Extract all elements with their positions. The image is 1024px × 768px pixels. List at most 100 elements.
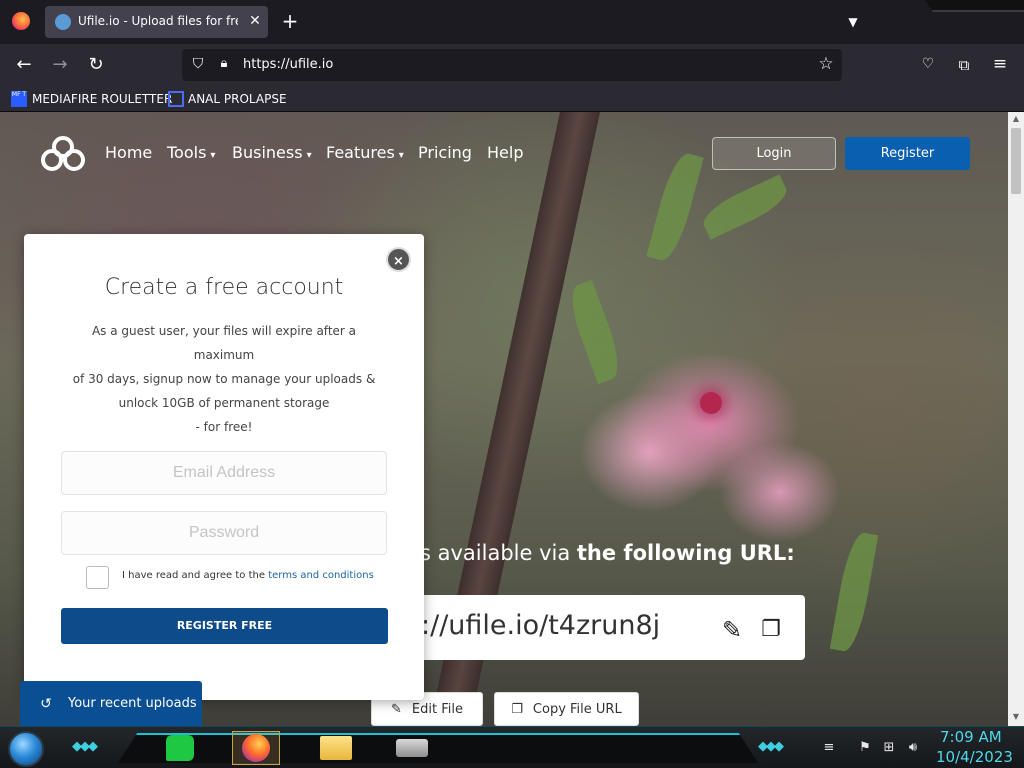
chevron-down-icon: ▾ bbox=[306, 150, 312, 161]
ufile-favicon-icon bbox=[55, 14, 71, 30]
close-icon[interactable]: × bbox=[386, 247, 411, 272]
new-tab-button[interactable]: + bbox=[279, 10, 301, 32]
nav-features-label: Features bbox=[326, 143, 395, 162]
scroll-up-arrow-icon[interactable]: ▲ bbox=[1008, 114, 1024, 126]
copy-icon[interactable]: ❐ bbox=[759, 617, 783, 643]
taskbar-app-firefox[interactable] bbox=[232, 731, 280, 765]
taskbar-chevrons-decoration: ◆◆◆ bbox=[72, 739, 98, 754]
terms-text: I have read and agree to the terms and c… bbox=[122, 570, 374, 581]
login-button[interactable]: Login bbox=[712, 137, 836, 170]
chevron-down-icon[interactable]: ▼ bbox=[843, 12, 863, 32]
url-text[interactable]: https://ufile.io bbox=[243, 57, 333, 72]
action-center-flag-icon[interactable]: ⚑ bbox=[856, 739, 874, 757]
copy-file-url-button[interactable]: ❐ Copy File URL bbox=[494, 692, 639, 726]
background-leaf bbox=[829, 530, 879, 654]
start-button[interactable] bbox=[8, 731, 44, 767]
bookmarks-bar: MF T MEDIAFIRE ROULETTER ANAL PROLAPSE bbox=[0, 86, 1024, 112]
tracking-shield-icon[interactable]: ⛉ bbox=[190, 56, 206, 74]
modal-desc-line: - for free! bbox=[195, 420, 253, 434]
recent-uploads-label: Your recent uploads bbox=[68, 696, 197, 711]
ufile-logo-icon[interactable] bbox=[40, 136, 86, 172]
pocket-icon[interactable]: ♡ bbox=[918, 56, 938, 76]
volume-icon[interactable]: 🔊︎ bbox=[904, 739, 922, 757]
scroll-thumb[interactable] bbox=[1011, 128, 1021, 194]
nav-home[interactable]: Home bbox=[105, 143, 152, 162]
modal-desc-line: of 30 days, signup now to manage your up… bbox=[72, 372, 376, 386]
nav-features[interactable]: Features ▾ bbox=[326, 143, 404, 162]
page-scrollbar[interactable]: ▲ ▼ bbox=[1008, 112, 1024, 726]
site-header: Home Tools ▾ Business ▾ Features ▾ Pricing … bbox=[0, 112, 1008, 192]
taskbar-app-drive[interactable] bbox=[388, 731, 436, 765]
recent-uploads-button[interactable]: ↺ Your recent uploads bbox=[20, 681, 202, 726]
extensions-icon[interactable]: ⧉ bbox=[954, 56, 974, 76]
copy-icon: ❐ bbox=[511, 701, 523, 717]
bookmark-favicon-icon bbox=[168, 91, 184, 107]
edit-file-label: Edit File bbox=[411, 701, 463, 717]
url-available-bold: the following URL: bbox=[576, 541, 795, 565]
terms-prefix: I have read and agree to the bbox=[122, 570, 269, 581]
firefox-logo-icon bbox=[12, 12, 30, 30]
signup-modal: × Create a free account As a guest user,… bbox=[24, 234, 424, 700]
bookmark-label: ANAL PROLAPSE bbox=[188, 92, 287, 106]
nav-pricing[interactable]: Pricing bbox=[418, 143, 472, 162]
system-tray: ≡ ⚑ ⊞ 🔊︎ bbox=[820, 731, 930, 765]
nav-tools-label: Tools bbox=[167, 143, 207, 162]
nav-tools[interactable]: Tools ▾ bbox=[167, 143, 215, 162]
taskbar-chevrons-decoration: ◆◆◆ bbox=[758, 739, 784, 754]
drive-icon bbox=[396, 739, 428, 757]
lock-icon[interactable]: 🔒︎ bbox=[216, 56, 232, 74]
modal-title: Create a free account bbox=[104, 275, 344, 300]
hamburger-menu-icon[interactable]: ≡ bbox=[990, 54, 1010, 74]
modal-desc-line: As a guest user, your files will expire … bbox=[91, 324, 357, 362]
tab-title: Ufile.io - Upload files for free & bbox=[78, 14, 238, 28]
taskbar-app-notes[interactable] bbox=[156, 731, 204, 765]
taskbar-app-strip bbox=[118, 733, 758, 763]
nav-business-label: Business bbox=[232, 143, 303, 162]
network-icon[interactable]: ⊞ bbox=[880, 739, 898, 757]
browser-nav-bar: ← → ↻ ⛉ 🔒︎ https://ufile.io ☆ ♡ ⧉ ≡ bbox=[0, 44, 1024, 86]
tab-close-icon[interactable]: ✕ bbox=[245, 11, 265, 31]
firefox-icon bbox=[242, 734, 270, 762]
address-bar[interactable]: ⛉ 🔒︎ https://ufile.io ☆ bbox=[182, 49, 842, 81]
window-frame-decoration bbox=[925, 0, 1024, 12]
history-icon: ↺ bbox=[40, 695, 52, 712]
terms-checkbox[interactable] bbox=[86, 566, 109, 589]
chevron-down-icon: ▾ bbox=[210, 150, 216, 161]
chevron-down-icon: ▾ bbox=[398, 150, 404, 161]
background-leaf bbox=[563, 279, 627, 385]
url-available-text: s available via the following URL: bbox=[420, 541, 795, 565]
nav-help[interactable]: Help bbox=[487, 143, 523, 162]
show-hidden-icons-icon[interactable]: ≡ bbox=[820, 739, 838, 757]
file-url-text[interactable]: ://ufile.io/t4zrun8j bbox=[421, 610, 660, 641]
scroll-down-arrow-icon[interactable]: ▼ bbox=[1008, 712, 1024, 724]
browser-tab-strip: Ufile.io - Upload files for free & ✕ + ▼ bbox=[0, 0, 1024, 44]
bookmark-label: MEDIAFIRE ROULETTER bbox=[32, 92, 173, 106]
web-page: Home Tools ▾ Business ▾ Features ▾ Pricing … bbox=[0, 112, 1008, 726]
bookmark-mediafire-rouletter[interactable]: MF T MEDIAFIRE ROULETTER bbox=[11, 90, 172, 108]
taskbar: ◆◆◆ ◆◆◆ ≡ ⚑ ⊞ 🔊︎ 7:09 AM 10/4/2023 bbox=[0, 726, 1024, 768]
terms-link[interactable]: terms and conditions bbox=[268, 570, 374, 581]
bookmark-star-icon[interactable]: ☆ bbox=[816, 54, 836, 74]
browser-tab[interactable]: Ufile.io - Upload files for free & ✕ bbox=[45, 6, 268, 38]
edit-icon: ✎ bbox=[391, 701, 402, 717]
flower-center bbox=[700, 392, 722, 414]
folder-icon bbox=[320, 736, 352, 760]
edit-icon[interactable]: ✎ bbox=[718, 617, 746, 643]
password-field[interactable] bbox=[61, 511, 387, 555]
modal-description: As a guest user, your files will expire … bbox=[64, 319, 384, 439]
clock-time[interactable]: 7:09 AM bbox=[940, 728, 1002, 746]
bookmark-second[interactable]: ANAL PROLAPSE bbox=[168, 90, 287, 108]
copy-file-url-label: Copy File URL bbox=[532, 701, 622, 717]
modal-desc-line: unlock 10GB of permanent storage bbox=[118, 396, 330, 410]
register-free-button[interactable]: REGISTER FREE bbox=[61, 608, 388, 644]
nav-business[interactable]: Business ▾ bbox=[232, 143, 312, 162]
mediafire-icon: MF T bbox=[11, 91, 27, 107]
url-available-prefix: s available via bbox=[420, 541, 577, 565]
email-field[interactable] bbox=[61, 451, 387, 495]
reload-icon[interactable]: ↻ bbox=[84, 53, 108, 77]
back-arrow-icon[interactable]: ← bbox=[12, 53, 36, 77]
register-button[interactable]: Register bbox=[845, 137, 970, 170]
taskbar-app-file-explorer[interactable] bbox=[312, 731, 360, 765]
forward-arrow-icon[interactable]: → bbox=[48, 53, 72, 77]
clock-date[interactable]: 10/4/2023 bbox=[936, 748, 1013, 766]
